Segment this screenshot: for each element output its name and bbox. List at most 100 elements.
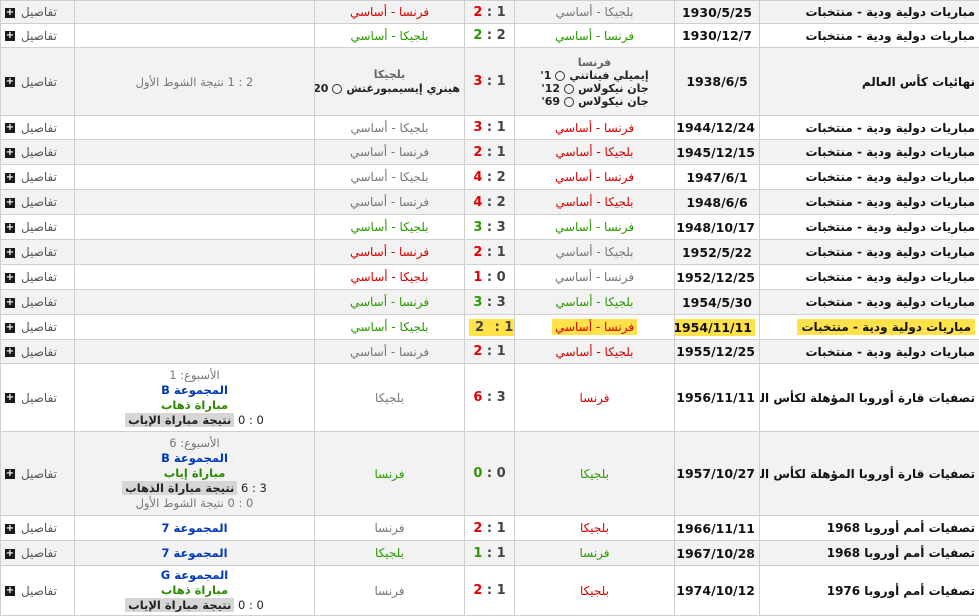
home-team-cell[interactable]: فرنسا - أساسي xyxy=(514,23,675,48)
home-team-cell[interactable]: بلجيكا - أساسي xyxy=(514,339,675,364)
competition-cell[interactable]: مباريات دولية ودية - منتخبات xyxy=(759,314,979,340)
competition-cell[interactable]: نهائيات كأس العالم xyxy=(759,47,979,116)
competition-cell[interactable]: تصفيات أمم أوروبا 1968 xyxy=(759,515,979,541)
away-team-cell[interactable]: فرنسا - أساسي xyxy=(314,189,465,215)
details-cell[interactable]: + تفاصيل xyxy=(0,214,75,240)
details-button[interactable]: + تفاصيل xyxy=(5,546,57,560)
score-cell[interactable]: 2 : 1 xyxy=(464,139,515,165)
home-team-cell[interactable]: فرنسا - أساسي xyxy=(514,115,675,140)
score-cell[interactable]: 2 : 1 xyxy=(464,339,515,364)
home-team-cell[interactable]: بلجيكا xyxy=(514,515,675,541)
details-button[interactable]: + تفاصيل xyxy=(5,220,57,234)
home-team-cell[interactable]: بلجيكا - أساسي xyxy=(514,139,675,165)
away-team-cell[interactable]: فرنسا - أساسي xyxy=(314,289,465,315)
score-cell[interactable]: 2 : 1 xyxy=(464,0,515,24)
details-cell[interactable]: + تفاصيل xyxy=(0,363,75,432)
competition-cell[interactable]: مباريات دولية ودية - منتخبات xyxy=(759,239,979,265)
away-team-cell[interactable]: بلجيكا xyxy=(314,540,465,566)
score-cell[interactable]: 3 : 1 xyxy=(464,47,515,116)
details-cell[interactable]: + تفاصيل xyxy=(0,23,75,48)
home-team-cell[interactable]: بلجيكا - أساسي xyxy=(514,289,675,315)
competition-cell[interactable]: مباريات دولية ودية - منتخبات xyxy=(759,139,979,165)
score-cell[interactable]: 3 : 1 xyxy=(464,115,515,140)
score-cell[interactable]: 2 : 12 xyxy=(464,314,515,340)
home-team-cell[interactable]: بلجيكا - أساسي xyxy=(514,239,675,265)
competition-cell[interactable]: تصفيات قارة أوروبا المؤهلة لكأس العالم xyxy=(759,431,979,516)
away-team-cell[interactable]: فرنسا - أساسي xyxy=(314,239,465,265)
away-team-cell[interactable]: بلجيكا - أساسي xyxy=(314,214,465,240)
details-button[interactable]: + تفاصيل xyxy=(5,521,57,535)
away-team-cell[interactable]: بلجيكا - أساسي xyxy=(314,264,465,290)
details-cell[interactable]: + تفاصيل xyxy=(0,289,75,315)
details-cell[interactable]: + تفاصيل xyxy=(0,189,75,215)
score-cell[interactable]: 2 : 1 xyxy=(464,515,515,541)
competition-cell[interactable]: مباريات دولية ودية - منتخبات xyxy=(759,214,979,240)
details-button[interactable]: + تفاصيل xyxy=(5,320,57,334)
home-team-cell[interactable]: بلجيكا xyxy=(514,431,675,516)
away-team-cell[interactable]: بلجيكاهينري إيسيمبورغتش 20' xyxy=(314,47,465,116)
details-button[interactable]: + تفاصيل xyxy=(5,295,57,309)
score-cell[interactable]: 3 : 3 xyxy=(464,214,515,240)
home-team-cell[interactable]: بلجيكا - أساسي xyxy=(514,189,675,215)
competition-cell[interactable]: مباريات دولية ودية - منتخبات xyxy=(759,264,979,290)
competition-cell[interactable]: مباريات دولية ودية - منتخبات xyxy=(759,23,979,48)
details-cell[interactable]: + تفاصيل xyxy=(0,47,75,116)
competition-cell[interactable]: مباريات دولية ودية - منتخبات xyxy=(759,339,979,364)
details-cell[interactable]: + تفاصيل xyxy=(0,115,75,140)
score-cell[interactable]: 2 : 1 xyxy=(464,565,515,616)
competition-cell[interactable]: مباريات دولية ودية - منتخبات xyxy=(759,115,979,140)
details-button[interactable]: + تفاصيل xyxy=(5,195,57,209)
home-team-cell[interactable]: بلجيكا xyxy=(514,565,675,616)
away-team-cell[interactable]: بلجيكا - أساسي xyxy=(314,23,465,48)
score-cell[interactable]: 4 : 2 xyxy=(464,189,515,215)
home-team-cell[interactable]: فرنسا - أساسي xyxy=(514,264,675,290)
details-button[interactable]: + تفاصيل xyxy=(5,5,57,19)
score-cell[interactable]: 2 : 2 xyxy=(464,23,515,48)
away-team-cell[interactable]: بلجيكا - أساسي xyxy=(314,314,465,340)
home-team-cell[interactable]: فرنسا - أساسي xyxy=(514,164,675,190)
score-cell[interactable]: 3 : 3 xyxy=(464,289,515,315)
competition-cell[interactable]: مباريات دولية ودية - منتخبات xyxy=(759,164,979,190)
details-cell[interactable]: + تفاصيل xyxy=(0,164,75,190)
away-team-cell[interactable]: فرنسا - أساسي xyxy=(314,0,465,24)
details-button[interactable]: + تفاصيل xyxy=(5,245,57,259)
details-cell[interactable]: + تفاصيل xyxy=(0,139,75,165)
home-team-cell[interactable]: بلجيكا - أساسي xyxy=(514,0,675,24)
details-button[interactable]: + تفاصيل xyxy=(5,121,57,135)
competition-cell[interactable]: مباريات دولية ودية - منتخبات xyxy=(759,0,979,24)
details-button[interactable]: + تفاصيل xyxy=(5,170,57,184)
home-team-cell[interactable]: فرنسا - أساسي xyxy=(514,314,675,340)
score-cell[interactable]: 4 : 2 xyxy=(464,164,515,190)
score-cell[interactable]: 1 : 0 xyxy=(464,264,515,290)
away-team-cell[interactable]: فرنسا - أساسي xyxy=(314,139,465,165)
away-team-cell[interactable]: بلجيكا - أساسي xyxy=(314,164,465,190)
details-button[interactable]: + تفاصيل xyxy=(5,391,57,405)
away-team-cell[interactable]: فرنسا xyxy=(314,431,465,516)
away-team-cell[interactable]: بلجيكا - أساسي xyxy=(314,115,465,140)
away-team-cell[interactable]: بلجيكا xyxy=(314,363,465,432)
score-cell[interactable]: 0 : 0 xyxy=(464,431,515,516)
details-button[interactable]: + تفاصيل xyxy=(5,345,57,359)
home-team-cell[interactable]: فرنسا xyxy=(514,363,675,432)
details-cell[interactable]: + تفاصيل xyxy=(0,515,75,541)
score-cell[interactable]: 6 : 3 xyxy=(464,363,515,432)
away-team-cell[interactable]: فرنسا xyxy=(314,515,465,541)
away-team-cell[interactable]: فرنسا - أساسي xyxy=(314,339,465,364)
details-button[interactable]: + تفاصيل xyxy=(5,145,57,159)
details-cell[interactable]: + تفاصيل xyxy=(0,565,75,616)
away-team-cell[interactable]: فرنسا xyxy=(314,565,465,616)
details-cell[interactable]: + تفاصيل xyxy=(0,239,75,265)
details-cell[interactable]: + تفاصيل xyxy=(0,431,75,516)
home-team-cell[interactable]: فرنسا - أساسي xyxy=(514,214,675,240)
score-cell[interactable]: 1 : 1 xyxy=(464,540,515,566)
home-team-cell[interactable]: فرنسا xyxy=(514,540,675,566)
competition-cell[interactable]: تصفيات أمم أوروبا 1976 xyxy=(759,565,979,616)
details-cell[interactable]: + تفاصيل xyxy=(0,0,75,24)
details-cell[interactable]: + تفاصيل xyxy=(0,314,75,340)
score-cell[interactable]: 2 : 1 xyxy=(464,239,515,265)
competition-cell[interactable]: مباريات دولية ودية - منتخبات xyxy=(759,289,979,315)
details-button[interactable]: + تفاصيل xyxy=(5,270,57,284)
details-button[interactable]: + تفاصيل xyxy=(5,584,57,598)
details-cell[interactable]: + تفاصيل xyxy=(0,339,75,364)
competition-cell[interactable]: تصفيات أمم أوروبا 1968 xyxy=(759,540,979,566)
